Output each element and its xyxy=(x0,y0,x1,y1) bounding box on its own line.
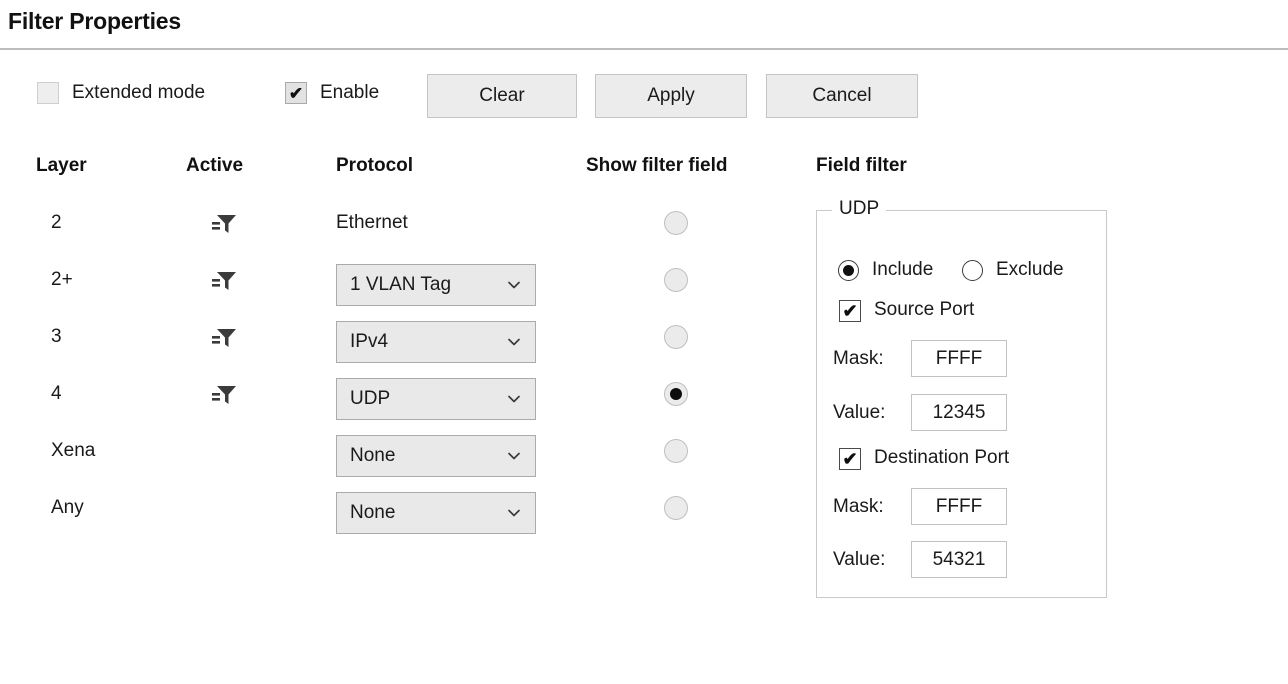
show-filter-field-radio-selected[interactable] xyxy=(664,382,688,406)
source-port-mask-label: Mask: xyxy=(833,348,884,369)
include-label: Include xyxy=(872,259,934,280)
check-icon: ✔ xyxy=(842,301,858,321)
column-header-layer: Layer xyxy=(36,155,87,176)
destination-port-label: Destination Port xyxy=(874,447,1010,468)
filter-funnel-icon[interactable] xyxy=(211,211,237,235)
extended-mode-checkbox[interactable]: Extended mode xyxy=(37,82,205,104)
source-port-label: Source Port xyxy=(874,299,975,320)
toolbar: Extended mode ✔ Enable Clear Apply Cance… xyxy=(0,70,1288,120)
exclude-radio[interactable] xyxy=(962,260,983,281)
protocol-dropdown-value: IPv4 xyxy=(350,331,389,352)
column-header-protocol: Protocol xyxy=(336,155,414,176)
destination-port-value-input[interactable]: 54321 xyxy=(911,541,1007,578)
enable-label: Enable xyxy=(320,82,380,103)
chevron-down-icon xyxy=(507,449,521,463)
column-header-field-filter: Field filter xyxy=(816,155,907,176)
row-layer-label: 3 xyxy=(51,326,62,347)
enable-checkbox[interactable]: ✔ Enable xyxy=(285,82,379,104)
protocol-dropdown-value: UDP xyxy=(350,388,391,409)
row-layer-label: 2 xyxy=(51,212,62,233)
radio-dot xyxy=(843,265,854,276)
destination-port-mask-input[interactable]: FFFF xyxy=(911,488,1007,525)
protocol-dropdown-any[interactable]: None xyxy=(336,492,536,534)
row-layer-label: 2+ xyxy=(51,269,73,290)
cancel-button[interactable]: Cancel xyxy=(766,74,918,118)
source-port-mask-input[interactable]: FFFF xyxy=(911,340,1007,377)
protocol-dropdown-layer-2plus[interactable]: 1 VLAN Tag xyxy=(336,264,536,306)
chevron-down-icon xyxy=(507,392,521,406)
chevron-down-icon xyxy=(507,506,521,520)
protocol-static-ethernet: Ethernet xyxy=(336,212,408,233)
extended-mode-checkbox-box[interactable] xyxy=(37,82,59,104)
filter-funnel-icon[interactable] xyxy=(211,268,237,292)
field-filter-groupbox-legend: UDP xyxy=(832,198,887,220)
chevron-down-icon xyxy=(507,335,521,349)
page-title: Filter Properties xyxy=(8,8,181,34)
show-filter-field-radio[interactable] xyxy=(664,496,688,520)
protocol-dropdown-value: 1 VLAN Tag xyxy=(350,274,452,295)
check-icon: ✔ xyxy=(288,83,304,103)
column-header-active: Active xyxy=(186,155,244,176)
protocol-dropdown-layer-4[interactable]: UDP xyxy=(336,378,536,420)
source-port-value-input[interactable]: 12345 xyxy=(911,394,1007,431)
row-layer-label: Any xyxy=(51,497,84,518)
exclude-label: Exclude xyxy=(996,259,1064,280)
protocol-dropdown-layer-3[interactable]: IPv4 xyxy=(336,321,536,363)
include-radio[interactable] xyxy=(838,260,859,281)
row-layer-label: 4 xyxy=(51,383,62,404)
radio-dot xyxy=(670,388,682,400)
filter-funnel-icon[interactable] xyxy=(211,382,237,406)
clear-button[interactable]: Clear xyxy=(427,74,577,118)
title-divider xyxy=(0,48,1288,50)
apply-button[interactable]: Apply xyxy=(595,74,747,118)
column-header-show-filter-field: Show filter field xyxy=(586,155,728,176)
chevron-down-icon xyxy=(507,278,521,292)
destination-port-value-label: Value: xyxy=(833,549,886,570)
protocol-dropdown-value: None xyxy=(350,502,396,523)
enable-checkbox-box[interactable]: ✔ xyxy=(285,82,307,104)
source-port-checkbox[interactable]: ✔ xyxy=(839,300,861,322)
protocol-dropdown-xena[interactable]: None xyxy=(336,435,536,477)
destination-port-mask-label: Mask: xyxy=(833,496,884,517)
row-layer-label: Xena xyxy=(51,440,96,461)
show-filter-field-radio[interactable] xyxy=(664,439,688,463)
source-port-value-label: Value: xyxy=(833,402,886,423)
destination-port-checkbox[interactable]: ✔ xyxy=(839,448,861,470)
check-icon: ✔ xyxy=(842,449,858,469)
show-filter-field-radio[interactable] xyxy=(664,211,688,235)
show-filter-field-radio[interactable] xyxy=(664,325,688,349)
protocol-dropdown-value: None xyxy=(350,445,396,466)
filter-funnel-icon[interactable] xyxy=(211,325,237,349)
extended-mode-label: Extended mode xyxy=(72,82,206,103)
show-filter-field-radio[interactable] xyxy=(664,268,688,292)
filter-properties-panel: Filter Properties Extended mode ✔ Enable… xyxy=(0,0,1288,684)
